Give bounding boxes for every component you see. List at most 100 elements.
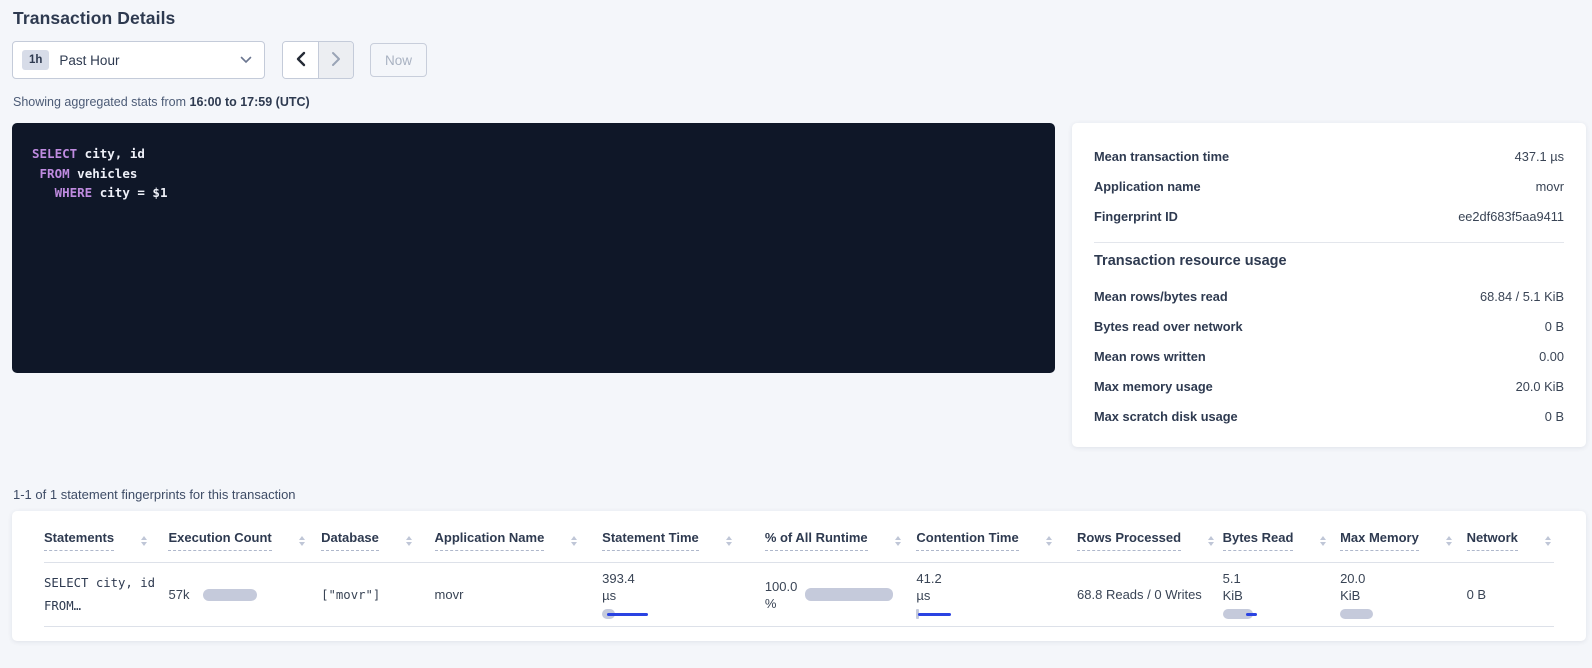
summary-label: Max memory usage bbox=[1094, 379, 1213, 394]
sql-keyword: SELECT bbox=[32, 146, 77, 161]
sql-indent bbox=[32, 185, 55, 200]
column-header-execution-count[interactable]: Execution Count bbox=[168, 530, 321, 563]
time-range-dropdown[interactable]: 1h Past Hour bbox=[12, 41, 265, 79]
contention-bar bbox=[916, 609, 962, 619]
chevron-down-icon bbox=[240, 56, 252, 64]
sort-icon[interactable] bbox=[406, 536, 412, 546]
summary-value: 0 B bbox=[1545, 319, 1564, 334]
cell-statement-time: 393.4 µs bbox=[602, 563, 765, 627]
now-button[interactable]: Now bbox=[370, 43, 427, 77]
summary-value: 68.84 / 5.1 KiB bbox=[1480, 289, 1564, 304]
summary-label: Mean rows written bbox=[1094, 349, 1206, 364]
cell-runtime-pct: 100.0 % bbox=[765, 563, 917, 627]
sort-icon[interactable] bbox=[299, 536, 305, 546]
summary-value: ee2df683f5aa9411 bbox=[1458, 209, 1564, 224]
chevron-left-icon bbox=[295, 51, 306, 70]
main-row: SELECT city, id FROM vehicles WHERE city… bbox=[12, 123, 1586, 447]
sort-icon[interactable] bbox=[1320, 536, 1326, 546]
cell-contention-time: 41.2 µs bbox=[916, 563, 1077, 627]
statements-table-card: Statements Execution Count Database Appl… bbox=[12, 511, 1586, 641]
column-header-application-name[interactable]: Application Name bbox=[435, 530, 603, 563]
table-row: SELECT city, id FROM… 57k ["movr"] movr bbox=[44, 563, 1554, 627]
divider bbox=[1094, 242, 1564, 243]
time-controls: 1h Past Hour Now bbox=[12, 41, 1586, 79]
cell-max-memory: 20.0 KiB bbox=[1340, 563, 1467, 627]
sort-icon[interactable] bbox=[895, 536, 901, 546]
cell-network: 0 B bbox=[1467, 563, 1554, 627]
summary-value: 0.00 bbox=[1539, 349, 1564, 364]
column-header-bytes-read[interactable]: Bytes Read bbox=[1223, 530, 1340, 563]
summary-label: Bytes read over network bbox=[1094, 319, 1243, 334]
sort-icon[interactable] bbox=[726, 536, 732, 546]
summary-label: Mean rows/bytes read bbox=[1094, 289, 1228, 304]
statement-time-value: 393.4 bbox=[602, 570, 753, 587]
chevron-right-icon bbox=[331, 51, 342, 70]
contention-value: 41.2 bbox=[916, 570, 1065, 587]
statements-table: Statements Execution Count Database Appl… bbox=[44, 530, 1554, 627]
summary-row: Application name movr bbox=[1094, 171, 1564, 201]
column-header-statements[interactable]: Statements bbox=[44, 530, 168, 563]
next-time-button[interactable] bbox=[318, 42, 353, 78]
statements-caption: 1-1 of 1 statement fingerprints for this… bbox=[13, 487, 1586, 502]
sort-icon[interactable] bbox=[1208, 536, 1214, 546]
cell-statement: SELECT city, id FROM… bbox=[44, 563, 168, 627]
stats-caption: Showing aggregated stats from 16:00 to 1… bbox=[13, 95, 1586, 109]
page-title: Transaction Details bbox=[13, 8, 1586, 29]
cell-application-name: movr bbox=[435, 563, 603, 627]
sql-keyword: WHERE bbox=[55, 185, 93, 200]
sort-icon[interactable] bbox=[1446, 536, 1452, 546]
summary-label: Max scratch disk usage bbox=[1094, 409, 1238, 424]
summary-value: 20.0 KiB bbox=[1516, 379, 1564, 394]
column-header-database[interactable]: Database bbox=[321, 530, 434, 563]
sql-text: city, id bbox=[77, 146, 145, 161]
max-memory-bar bbox=[1340, 609, 1386, 619]
summary-row: Max memory usage 20.0 KiB bbox=[1094, 371, 1564, 401]
bytes-read-unit: KiB bbox=[1223, 587, 1328, 604]
sql-text: city = $1 bbox=[92, 185, 167, 200]
network-value: 0 B bbox=[1467, 587, 1487, 602]
runtime-unit: % bbox=[765, 595, 798, 612]
sql-line: WHERE city = $1 bbox=[32, 183, 1035, 203]
transaction-details-page: Transaction Details 1h Past Hour Now Sho… bbox=[0, 0, 1592, 651]
sort-icon[interactable] bbox=[1046, 536, 1052, 546]
resource-usage-title: Transaction resource usage bbox=[1094, 253, 1564, 269]
summary-row: Max scratch disk usage 0 B bbox=[1094, 401, 1564, 431]
column-header-max-memory[interactable]: Max Memory bbox=[1340, 530, 1467, 563]
sql-indent bbox=[32, 166, 40, 181]
cell-execution-count: 57k bbox=[168, 563, 321, 627]
statement-time-unit: µs bbox=[602, 587, 753, 604]
sql-text: vehicles bbox=[70, 166, 138, 181]
database-value: ["movr"] bbox=[321, 588, 380, 602]
column-header-runtime-pct[interactable]: % of All Runtime bbox=[765, 530, 917, 563]
prev-time-button[interactable] bbox=[283, 42, 318, 78]
column-header-rows-processed[interactable]: Rows Processed bbox=[1077, 530, 1223, 563]
sort-icon[interactable] bbox=[141, 536, 147, 546]
contention-unit: µs bbox=[916, 587, 1065, 604]
execution-count-bar bbox=[203, 589, 257, 601]
cell-bytes-read: 5.1 KiB bbox=[1223, 563, 1340, 627]
time-step-buttons bbox=[282, 41, 354, 79]
summary-label: Fingerprint ID bbox=[1094, 209, 1178, 224]
summary-row: Mean transaction time 437.1 µs bbox=[1094, 141, 1564, 171]
time-range-badge: 1h bbox=[22, 50, 49, 70]
summary-value: 437.1 µs bbox=[1515, 149, 1564, 164]
column-header-network[interactable]: Network bbox=[1467, 530, 1554, 563]
summary-value: movr bbox=[1536, 179, 1564, 194]
sort-icon[interactable] bbox=[1545, 536, 1551, 546]
column-header-statement-time[interactable]: Statement Time bbox=[602, 530, 765, 563]
summary-card: Mean transaction time 437.1 µs Applicati… bbox=[1072, 123, 1586, 447]
sql-line: FROM vehicles bbox=[32, 164, 1035, 184]
column-header-contention-time[interactable]: Contention Time bbox=[916, 530, 1077, 563]
execution-count-value: 57k bbox=[168, 587, 189, 602]
summary-row: Fingerprint ID ee2df683f5aa9411 bbox=[1094, 201, 1564, 231]
sort-icon[interactable] bbox=[571, 536, 577, 546]
bytes-read-bar bbox=[1223, 609, 1269, 619]
statement-time-bar bbox=[602, 609, 648, 619]
summary-row: Mean rows written 0.00 bbox=[1094, 341, 1564, 371]
summary-value: 0 B bbox=[1545, 409, 1564, 424]
max-memory-value: 20.0 bbox=[1340, 570, 1455, 587]
statement-link[interactable]: SELECT city, id FROM… bbox=[44, 572, 156, 618]
runtime-bar bbox=[805, 588, 893, 601]
table-header-row: Statements Execution Count Database Appl… bbox=[44, 530, 1554, 563]
sql-keyword: FROM bbox=[40, 166, 70, 181]
